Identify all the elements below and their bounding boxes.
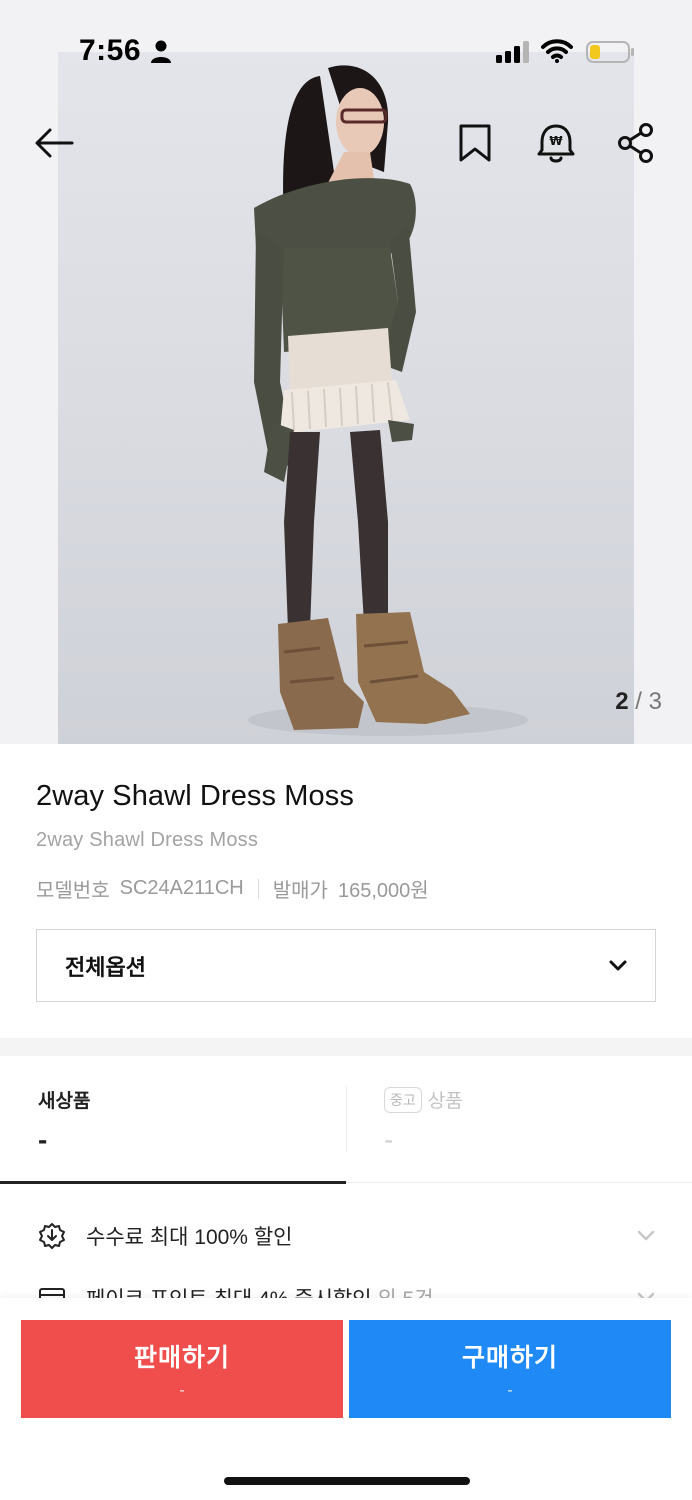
- gallery-current: 2: [615, 688, 629, 715]
- tab-used-product[interactable]: 중고 상품 -: [346, 1056, 692, 1183]
- product-subtitle: 2way Shawl Dress Moss: [36, 829, 259, 851]
- product-gallery[interactable]: 7:56 ₩ 2 / 3: [0, 0, 692, 744]
- release-price-label: 발매가: [272, 880, 328, 902]
- wifi-icon: [541, 39, 573, 63]
- product-title: 2way Shawl Dress Moss: [36, 780, 354, 812]
- buy-button-price: -: [507, 1382, 513, 1399]
- chevron-down-icon: [637, 1230, 655, 1241]
- tab-new-price: -: [38, 1124, 48, 1155]
- share-button[interactable]: [613, 120, 659, 166]
- status-time: 7:56: [79, 34, 142, 67]
- price-alarm-bell-icon: ₩: [537, 124, 575, 163]
- meta-divider: [257, 878, 259, 899]
- buy-button[interactable]: 구매하기 -: [349, 1320, 671, 1418]
- bottom-action-bar: 판매하기 - 구매하기 -: [0, 1298, 692, 1500]
- condition-tabs: 새상품 - 중고 상품 -: [0, 1056, 692, 1184]
- gallery-total: 3: [648, 688, 662, 715]
- price-alarm-button[interactable]: ₩: [533, 120, 579, 166]
- bookmark-button[interactable]: [452, 120, 498, 166]
- option-select[interactable]: 전체옵션: [36, 929, 656, 1002]
- tab-used-label: 상품: [427, 1091, 463, 1112]
- tab-used-label-wrap: 중고 상품: [384, 1086, 463, 1113]
- buy-button-label: 구매하기: [461, 1344, 558, 1372]
- sell-button[interactable]: 판매하기 -: [21, 1320, 343, 1418]
- cellular-signal-icon: [496, 41, 529, 63]
- bookmark-icon: [459, 124, 491, 162]
- back-button[interactable]: [31, 120, 77, 166]
- person-icon: [151, 40, 171, 63]
- battery-icon: [586, 41, 634, 63]
- option-select-label: 전체옵션: [65, 954, 146, 980]
- tab-new-label: 새상품: [38, 1091, 91, 1112]
- share-icon: [618, 123, 653, 163]
- gallery-counter: 2 / 3: [615, 688, 662, 716]
- product-info: 2way Shawl Dress Moss 2way Shawl Dress M…: [36, 780, 656, 903]
- tab-used-price: -: [384, 1124, 394, 1155]
- model-number-label: 모델번호: [36, 880, 110, 902]
- section-divider: [0, 1038, 692, 1056]
- gallery-separator: /: [635, 688, 642, 715]
- arrow-left-icon: [35, 128, 74, 158]
- tab-new-product[interactable]: 새상품 -: [0, 1056, 346, 1184]
- home-indicator[interactable]: [224, 1477, 470, 1485]
- release-price-value: 165,000원: [337, 880, 429, 902]
- discount-badge-icon: [39, 1223, 65, 1249]
- status-bar: 7:56: [0, 0, 692, 100]
- benefit-text: 수수료 최대 100% 할인: [86, 1226, 293, 1249]
- product-meta: 모델번호 SC24A211CH 발매가 165,000원: [36, 874, 656, 903]
- benefit-row-fee-discount[interactable]: 수수료 최대 100% 할인: [0, 1206, 692, 1266]
- sell-button-label: 판매하기: [133, 1344, 230, 1372]
- svg-text:₩: ₩: [549, 134, 563, 148]
- sell-button-price: -: [179, 1382, 185, 1399]
- chevron-down-icon: [609, 960, 627, 970]
- model-number-value: SC24A211CH: [119, 877, 244, 899]
- used-badge: 중고: [384, 1086, 422, 1113]
